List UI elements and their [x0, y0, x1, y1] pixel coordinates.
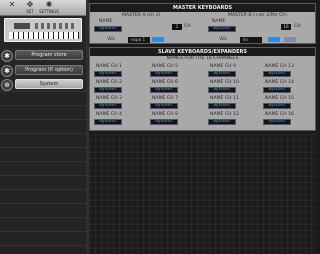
master-a-velocity-select[interactable]: expo 1 [128, 37, 150, 43]
channel-name-field[interactable]: System [208, 119, 236, 125]
device-screen [14, 23, 30, 29]
empty-workspace [89, 134, 316, 254]
channel-name-field[interactable]: System [150, 71, 178, 77]
master-b-name-label: NAME [212, 19, 226, 24]
channel-name-field[interactable]: System [150, 119, 178, 125]
master-a-name-label: NAME [99, 19, 113, 24]
channel-name-label: NAME CH 16 [265, 112, 294, 117]
close-icon: ✕ [8, 0, 16, 9]
gear-icon: ✱ [1, 50, 13, 62]
channel-name-label: NAME CH 12 [210, 112, 239, 117]
slave-title: SLAVE KEYBOARDS/EXPANDERS [90, 48, 315, 56]
master-b-vel-label: VEL [219, 37, 228, 42]
sidebar-item-program-option[interactable]: ✱ Program (P. option) [0, 64, 86, 77]
channel-name-field[interactable]: System [94, 103, 122, 109]
master-keyboards-panel: MASTER KEYBOARDS MASTER A (ch 1) NAME Sy… [89, 3, 316, 44]
master-a-ch-label: CH [184, 24, 191, 29]
sidebar-item-label[interactable]: Program store [15, 50, 83, 60]
channel-name-label: NAME CH 1 [96, 64, 122, 69]
device-image [4, 18, 82, 42]
master-title: MASTER KEYBOARDS [90, 4, 315, 12]
master-b-name-field[interactable]: System [208, 26, 236, 32]
channel-name-field[interactable]: System [94, 119, 122, 125]
channel-name-label: NAME CH 6 [152, 80, 178, 85]
channel-name-field[interactable]: System [150, 87, 178, 93]
master-b-velocity-select[interactable]: lin [240, 37, 262, 43]
device-knobs [35, 23, 75, 29]
set-label: SET [26, 9, 34, 14]
channel-name-label: NAME CH 4 [96, 112, 122, 117]
channel-name-label: NAME CH 2 [96, 80, 122, 85]
master-b-toggle-secondary[interactable] [284, 37, 296, 42]
channel-name-field[interactable]: System [263, 103, 291, 109]
channel-name-field[interactable]: System [208, 71, 236, 77]
settings-label: SETTINGS [39, 9, 59, 14]
left-empty-list [0, 91, 86, 254]
master-a-name-field[interactable]: System [94, 26, 122, 32]
master-b-toggle[interactable] [268, 37, 280, 42]
channel-name-field[interactable]: System [150, 103, 178, 109]
slave-keyboards-panel: SLAVE KEYBOARDS/EXPANDERS NAMES FOR THE … [89, 47, 316, 131]
channel-name-label: NAME CH 14 [265, 80, 294, 85]
sidebar-item-label[interactable]: Program (P. option) [15, 65, 83, 75]
channel-name-label: NAME CH 11 [210, 96, 239, 101]
channel-name-label: NAME CH 9 [210, 64, 236, 69]
channel-name-label: NAME CH 3 [96, 96, 122, 101]
sidebar-item-program-store[interactable]: ✱ Program store [0, 49, 86, 62]
master-b-channel-field[interactable]: 16 [281, 24, 291, 30]
gear-icon: ✺ [45, 0, 53, 9]
gear-icon: ✱ [1, 65, 13, 77]
top-toolbar: ✕ ✥ SET ✺ SETTINGS [0, 0, 86, 16]
channel-name-label: NAME CH 10 [210, 80, 239, 85]
sidebar-item-label[interactable]: System [15, 79, 83, 89]
channel-name-label: NAME CH 8 [152, 112, 178, 117]
settings-button[interactable]: ✺ SETTINGS [38, 0, 60, 16]
channel-name-label: NAME CH 7 [152, 96, 178, 101]
master-a-heading: MASTER A (ch 1) [122, 13, 161, 18]
globe-icon: ⊕ [1, 79, 13, 91]
close-label [2, 9, 22, 15]
master-b-heading: MASTER B (+ctr 2/Rtr Ch) [228, 13, 288, 18]
device-keys [9, 32, 79, 39]
master-a-channel-field[interactable]: 1 [172, 24, 182, 30]
slave-subtitle: NAMES FOR THE 16 CHANNELS [166, 56, 239, 61]
sidebar-item-system[interactable]: ⊕ System [0, 78, 86, 91]
close-button[interactable]: ✕ [2, 0, 22, 16]
channel-name-field[interactable]: System [208, 103, 236, 109]
master-a-toggle[interactable] [152, 37, 164, 42]
channel-name-field[interactable]: System [94, 71, 122, 77]
channel-name-label: NAME CH 15 [265, 96, 294, 101]
channel-name-field[interactable]: System [263, 71, 291, 77]
channel-name-field[interactable]: System [208, 87, 236, 93]
master-b-ch-label: CH [294, 24, 301, 29]
master-a-vel-label: VEL [107, 37, 116, 42]
channel-name-field[interactable]: System [263, 87, 291, 93]
set-button[interactable]: ✥ SET [20, 0, 40, 16]
channel-name-field[interactable]: System [263, 119, 291, 125]
channel-name-label: NAME CH 13 [265, 64, 294, 69]
channel-name-field[interactable]: System [94, 87, 122, 93]
channel-name-label: NAME CH 5 [152, 64, 178, 69]
arrows-icon: ✥ [26, 0, 34, 9]
